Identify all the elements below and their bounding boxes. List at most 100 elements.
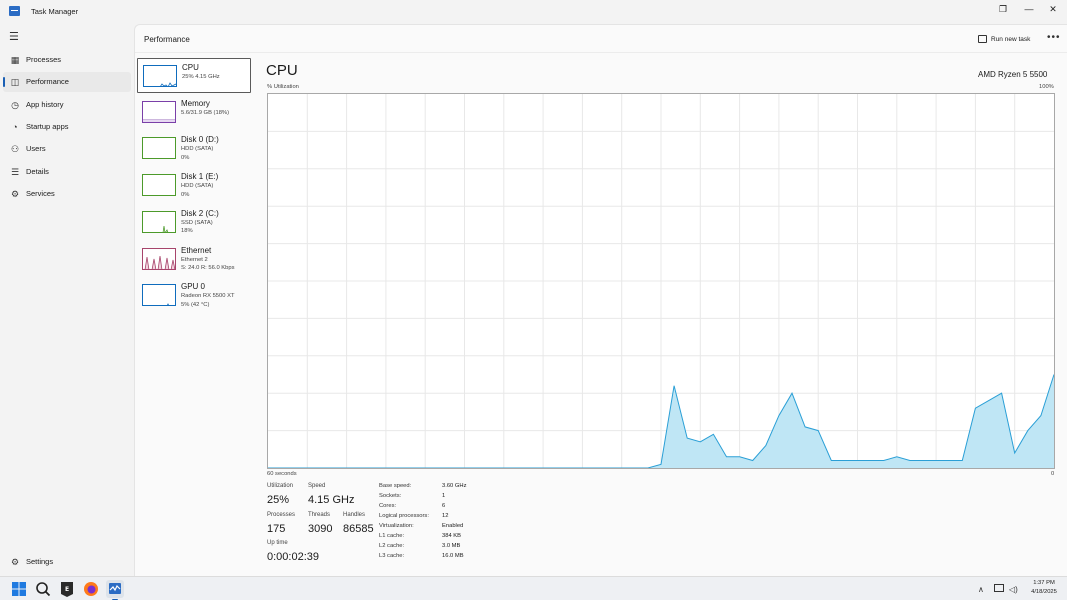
processes-label: Processes [267,512,296,518]
more-options-button[interactable]: ••• [1047,32,1061,43]
spec-label: L1 cache: [379,533,405,539]
nav-item-label: Services [26,188,55,198]
puzzle-icon: ⚙ [10,188,20,199]
users-icon: ⚇ [10,144,20,155]
nav-item-performance[interactable]: ◫ Performance [3,72,131,93]
list-icon: ☰ [10,166,20,177]
nav-item-details[interactable]: ☰ Details [3,162,131,182]
nav-item-services[interactable]: ⚙ Services [3,184,131,204]
x-right-label: 0 [1051,471,1055,477]
device-detail: HDD (SATA) [181,146,214,153]
device-thumbnail-graph [142,100,176,123]
cpu-utilization-graph [267,93,1055,469]
device-detail: 0% [181,154,190,161]
nav-item-label: Startup apps [26,121,69,131]
speedometer-icon: ◔ [12,121,18,132]
device-item-gpu-0[interactable]: GPU 0 Radeon RX 5500 XT 5% (42 °C) [137,278,251,313]
graph-grid [268,94,1054,468]
performance-page: Performance Run new task ••• CPU 25% 4.15… [134,24,1067,576]
spec-value: 12 [442,513,449,519]
device-detail: HDD (SATA) [181,183,214,190]
device-name: Memory [181,98,210,108]
task-manager-taskbar-button[interactable] [106,580,124,600]
start-button[interactable] [10,580,28,598]
volume-icon[interactable]: ◁) [1009,585,1018,594]
spec-label: Virtualization: [379,523,414,529]
cpu-model: AMD Ryzen 5 5500 [978,70,1048,79]
network-icon[interactable] [994,584,1004,592]
y-max-label: 100% [1039,84,1054,90]
spec-value: 3.0 MB [442,543,461,549]
device-name: GPU 0 [181,282,206,292]
show-hidden-icons-button[interactable]: ∧ [978,585,984,594]
handles-value: 86585 [343,523,374,535]
nav-item-label: Processes [26,55,62,64]
minimize-button[interactable]: — [1016,2,1042,18]
device-detail: 25% 4.15 GHz [182,74,220,80]
navigation-pane: ☰ ▦ Processes ◫ Performance ◷ App history ◔ Sta… [0,24,134,576]
spec-label: Cores: [379,503,397,509]
performance-icon: ◫ [10,77,20,88]
device-item-ethernet[interactable]: Ethernet Ethernet 2 S: 24.0 R: 56.0 Kbps [137,242,251,277]
device-detail: 0% [181,191,190,198]
clock-date[interactable]: 4/18/2025 [1024,589,1064,595]
spec-value: 3.60 GHz [442,483,467,489]
device-detail: SSD (SATA) [181,219,213,226]
window-title: Task Manager [31,7,79,16]
device-item-disk-1-e[interactable]: Disk 1 (E:) HDD (SATA) 0% [137,168,251,203]
cpu-graph-svg [268,94,1055,469]
nav-item-label: Details [26,166,49,176]
utilization-value: 25% [267,494,290,506]
processes-value: 175 [267,523,286,535]
spec-value: 384 KB [442,533,462,539]
uptime-label: Up time [267,540,288,546]
device-detail: 5.6/31.9 GB (18%) [181,109,230,116]
taskbar: E ∧ ◁) 1:37 PM 4/18/2025 [0,576,1067,600]
epic-games-icon: E [61,582,73,597]
nav-item-app-history[interactable]: ◷ App history [3,95,131,115]
device-item-cpu[interactable]: CPU 25% 4.15 GHz [137,58,251,93]
device-item-disk-2-c[interactable]: Disk 2 (C:) SSD (SATA) 18% [137,205,251,240]
restore-icon: ❐ [998,4,1008,14]
cpu-title: CPU [266,62,298,79]
maximize-button[interactable]: ❐ [990,2,1016,18]
nav-item-settings[interactable]: ⚙ Settings [3,552,131,572]
threads-label: Threads [308,512,331,518]
threads-value: 3090 [308,523,333,535]
device-thumbnail-graph [142,137,176,160]
device-name: Disk 2 (C:) [181,208,219,218]
run-new-task-label: Run new task [991,36,1031,43]
device-name: Disk 0 (D:) [181,135,219,145]
device-item-memory[interactable]: Memory 5.6/31.9 GB (18%) [137,95,251,130]
nav-item-startup-apps[interactable]: ◔ Startup apps [3,117,131,137]
y-axis-label: % Utilization [267,84,299,90]
firefox-button[interactable] [82,580,100,598]
device-detail: S: 24.0 R: 56.0 Kbps [181,265,235,271]
nav-item-label: Settings [26,557,54,566]
device-item-disk-0-d[interactable]: Disk 0 (D:) HDD (SATA) 0% [137,131,251,166]
firefox-icon [84,582,98,596]
close-button[interactable]: ✕ [1042,2,1064,18]
clock-time[interactable]: 1:37 PM [1024,580,1064,586]
device-thumbnail-graph [143,65,177,87]
spec-label: Base speed: [379,483,412,489]
task-manager-icon [109,583,121,594]
device-detail: 5% (42 °C) [181,301,210,308]
hamburger-menu-icon[interactable]: ☰ [9,32,19,43]
search-button[interactable] [34,580,52,598]
nav-item-users[interactable]: ⚇ Users [3,139,131,159]
page-header: Performance Run new task ••• [135,25,1067,53]
nav-item-processes[interactable]: ▦ Processes [3,50,131,70]
task-manager-icon [9,6,20,16]
grid-icon: ▦ [10,55,20,65]
device-name: Ethernet [181,245,212,255]
epic-games-button[interactable]: E [58,580,76,598]
device-detail: Ethernet 2 [181,256,208,263]
speed-label: Speed [308,483,326,489]
device-thumbnail-graph [142,210,176,233]
device-name: Disk 1 (E:) [181,172,219,182]
device-thumbnail-graph [142,247,176,270]
spec-value: Enabled [442,523,464,529]
spec-value: 16.0 MB [442,553,464,559]
nav-item-label: App history [26,99,64,109]
